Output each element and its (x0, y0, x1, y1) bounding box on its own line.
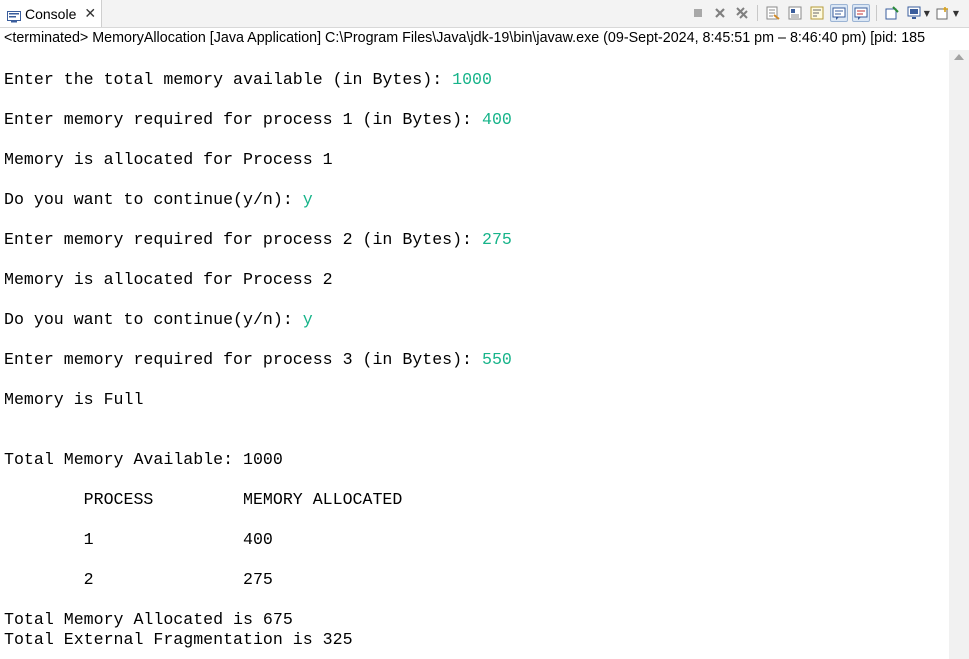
word-wrap-icon[interactable] (808, 4, 826, 22)
clear-console-icon[interactable] (764, 4, 782, 22)
console-line: Enter memory required for process 1 (in … (4, 110, 944, 130)
console-line: Do you want to continue(y/n): y (4, 310, 944, 330)
user-input: y (302, 190, 313, 209)
prompt-text: Enter memory required for process 2 (in … (4, 230, 482, 249)
show-on-stderr-icon[interactable] (851, 4, 870, 22)
console-line: Total External Fragmentation is 325 (4, 630, 353, 649)
open-console-icon[interactable] (934, 4, 952, 22)
user-input: 275 (481, 230, 512, 249)
remove-launch-icon[interactable] (711, 4, 729, 22)
user-input: 1000 (452, 70, 492, 89)
console-line: Total Memory Allocated is 675 (4, 610, 293, 629)
chevron-down-icon[interactable]: ▼ (953, 9, 959, 18)
remove-all-icon[interactable] (733, 4, 751, 22)
chevron-down-icon[interactable]: ▼ (924, 9, 930, 18)
prompt-text: Enter memory required for process 3 (in … (4, 350, 482, 369)
toolbar-separator (875, 5, 877, 21)
terminate-icon[interactable] (689, 4, 707, 22)
toolbar-separator (756, 5, 758, 21)
console-line: Memory is allocated for Process 2 (4, 270, 333, 289)
prompt-text: Enter memory required for process 1 (in … (4, 110, 482, 129)
display-console-icon[interactable] (905, 4, 923, 22)
show-on-stdout-icon[interactable] (829, 4, 848, 22)
table-row: 1 400 (4, 530, 273, 549)
table-row: 2 275 (4, 570, 273, 589)
prompt-text: Do you want to continue(y/n): (4, 190, 303, 209)
prompt-text: Enter the total memory available (in Byt… (4, 70, 453, 89)
scroll-lock-icon[interactable] (786, 4, 804, 22)
console-output[interactable]: Enter the total memory available (in Byt… (4, 50, 944, 659)
console-line: Do you want to continue(y/n): y (4, 190, 944, 210)
console-line: Enter memory required for process 2 (in … (4, 230, 944, 250)
console-line: Enter memory required for process 3 (in … (4, 350, 944, 370)
prompt-text: Do you want to continue(y/n): (4, 310, 303, 329)
table-header: PROCESS MEMORY ALLOCATED (4, 490, 403, 509)
launch-status: <terminated> MemoryAllocation [Java Appl… (4, 30, 926, 46)
scroll-up-arrow-icon[interactable] (954, 54, 964, 60)
console-line: Enter the total memory available (in Byt… (4, 70, 944, 90)
console-tab-bar: Console ✕ ▼ ▼ (0, 0, 969, 28)
console-line: Total Memory Available: 1000 (4, 450, 283, 469)
console-icon (7, 8, 21, 22)
user-input: 400 (481, 110, 512, 129)
tab-label: Console (25, 5, 77, 22)
user-input: 550 (481, 350, 512, 369)
console-line: Memory is Full (4, 390, 144, 409)
close-icon[interactable]: ✕ (84, 6, 96, 22)
console-toolbar: ▼ ▼ (689, 3, 959, 23)
console-line: Memory is allocated for Process 1 (4, 150, 333, 169)
vertical-scrollbar[interactable] (949, 50, 969, 659)
user-input: y (302, 310, 313, 329)
tab-console[interactable]: Console ✕ (0, 0, 102, 27)
pin-console-icon[interactable] (883, 4, 901, 22)
